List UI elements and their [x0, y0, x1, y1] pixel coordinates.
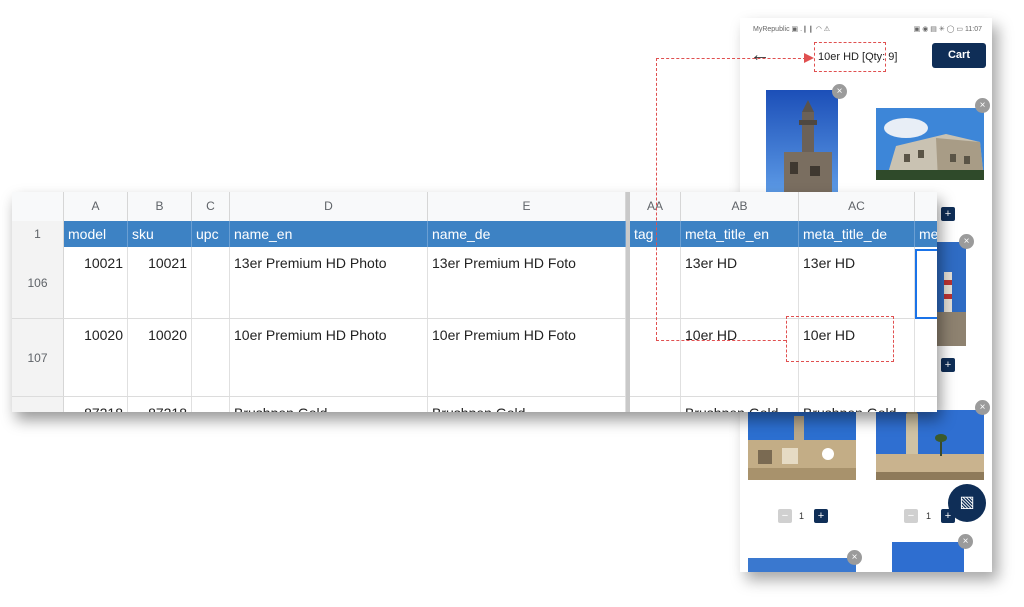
column-letter-b[interactable]: B: [128, 192, 192, 221]
header-meta-title-de[interactable]: meta_title_de: [799, 221, 915, 247]
cell-tag[interactable]: [630, 397, 681, 412]
quantity-value: 1: [926, 511, 932, 521]
photo-thumbnail-old-town[interactable]: [748, 410, 856, 480]
cell-sku[interactable]: 10020: [128, 319, 192, 396]
cell-model[interactable]: 87218: [64, 397, 128, 412]
cell-meta-title-en[interactable]: Brushpen Gold: [681, 397, 799, 412]
cell-meta-title-de[interactable]: 13er HD: [799, 247, 915, 318]
status-left: MyRepublic ▣ .❙❙ ◠ ⚠: [753, 26, 831, 33]
remove-photo-button[interactable]: ×: [958, 534, 973, 549]
increase-qty-button[interactable]: +: [814, 509, 828, 523]
header-name-de[interactable]: name_de: [428, 221, 626, 247]
header-sku[interactable]: sku: [128, 221, 192, 247]
cell-meta-title-de[interactable]: Brushpen Gold: [799, 397, 915, 412]
photo-thumbnail-partial[interactable]: [748, 558, 856, 572]
cell-name-de[interactable]: 13er Premium HD Foto: [428, 247, 626, 318]
remove-photo-button[interactable]: ×: [832, 84, 847, 99]
cell-name-en[interactable]: Brushpen Gold: [230, 397, 428, 412]
cell-meta-title-en[interactable]: 13er HD: [681, 247, 799, 318]
cell-model[interactable]: 10020: [64, 319, 128, 396]
building-image: [876, 108, 984, 180]
remove-photo-button[interactable]: ×: [975, 400, 990, 415]
cell-upc[interactable]: [192, 247, 230, 318]
row-number[interactable]: 1: [12, 221, 64, 247]
cell-name-de[interactable]: 10er Premium HD Foto: [428, 319, 626, 396]
increase-qty-button[interactable]: +: [941, 207, 955, 221]
photo-thumbnail-tower[interactable]: [876, 410, 984, 480]
image-icon: ▧: [959, 494, 975, 511]
cell-upc[interactable]: [192, 319, 230, 396]
cell-name-en[interactable]: 13er Premium HD Photo: [230, 247, 428, 318]
spreadsheet: A B C D E AA AB AC 1 model sku upc name_…: [12, 192, 937, 412]
annotation-connector-vertical: [656, 58, 657, 340]
annotation-box-sheet-cell: [786, 316, 894, 362]
row-number[interactable]: 107: [12, 319, 64, 396]
annotation-connector-bottom: [656, 340, 786, 341]
cell-sku[interactable]: 10021: [128, 247, 192, 318]
cell-upc[interactable]: [192, 397, 230, 412]
cell-name-en[interactable]: 10er Premium HD Photo: [230, 319, 428, 396]
cell-model[interactable]: 10021: [64, 247, 128, 318]
frozen-column-divider[interactable]: [626, 192, 630, 412]
corner-cell[interactable]: [12, 192, 64, 221]
annotation-connector-top: [656, 58, 806, 59]
selected-cell-outline: [915, 249, 937, 319]
cell-sku[interactable]: 87218: [128, 397, 192, 412]
increase-qty-button[interactable]: +: [941, 358, 955, 372]
photo-thumbnail-partial[interactable]: [892, 542, 964, 572]
cell-name-de[interactable]: Brushpen Gold: [428, 397, 626, 412]
minaret-image: [766, 90, 838, 194]
lighthouse-image: [936, 242, 966, 346]
row-number[interactable]: [12, 397, 64, 412]
tower-image: [876, 410, 984, 480]
remove-photo-button[interactable]: ×: [847, 550, 862, 565]
photo-thumbnail-lighthouse[interactable]: [936, 242, 966, 346]
row-number[interactable]: 106: [12, 247, 64, 318]
cart-button[interactable]: Cart: [932, 43, 986, 68]
header-partial-column[interactable]: me: [915, 221, 937, 247]
cell-meta-title-en[interactable]: 10er HD: [681, 319, 799, 396]
column-letter-a[interactable]: A: [64, 192, 128, 221]
column-letter-ab[interactable]: AB: [681, 192, 799, 221]
header-name-en[interactable]: name_en: [230, 221, 428, 247]
table-row: 106 10021 10021 13er Premium HD Photo 13…: [12, 247, 937, 319]
add-photo-fab[interactable]: ▧: [948, 484, 986, 522]
remove-photo-button[interactable]: ×: [959, 234, 974, 249]
remove-photo-button[interactable]: ×: [975, 98, 990, 113]
photo-thumbnail-minaret[interactable]: [766, 90, 838, 194]
photo-thumbnail-building[interactable]: [876, 108, 984, 180]
annotation-arrowhead-icon: [804, 53, 814, 63]
table-row: 87218 87218 Brushpen Gold Brushpen Gold …: [12, 397, 937, 412]
status-bar: MyRepublic ▣ .❙❙ ◠ ⚠ ▣ ◉ ▤ ✳ ◯ ▭ 11:07: [740, 18, 992, 40]
column-letter-e[interactable]: E: [428, 192, 626, 221]
header-model[interactable]: model: [64, 221, 128, 247]
back-arrow-icon[interactable]: ←: [750, 45, 770, 65]
decrease-qty-button[interactable]: −: [778, 509, 792, 523]
header-row: 1 model sku upc name_en name_de tag meta…: [12, 221, 937, 247]
decrease-qty-button[interactable]: −: [904, 509, 918, 523]
header-meta-title-en[interactable]: meta_title_en: [681, 221, 799, 247]
column-letter-bar: A B C D E AA AB AC: [12, 192, 937, 222]
column-letter-c[interactable]: C: [192, 192, 230, 221]
status-right: ▣ ◉ ▤ ✳ ◯ ▭ 11:07: [913, 26, 982, 33]
column-letter-ac[interactable]: AC: [799, 192, 915, 221]
header-upc[interactable]: upc: [192, 221, 230, 247]
old-town-image: [748, 410, 856, 480]
annotation-box-phone-label: [814, 42, 886, 72]
column-letter-d[interactable]: D: [230, 192, 428, 221]
quantity-value: 1: [799, 511, 805, 521]
